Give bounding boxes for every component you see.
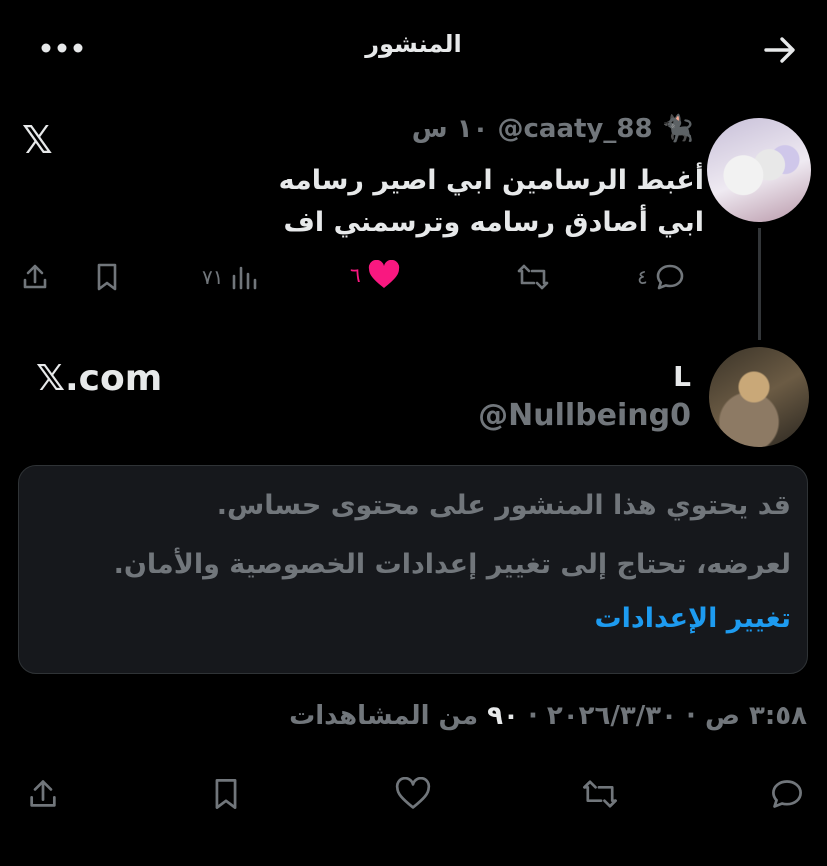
cat-emoji-icon: 🐈‍⬛: [661, 114, 694, 144]
post-datetime: ٣:٥٨ ص · ٢٠٢٦/٣/٣٠: [546, 701, 807, 731]
reply-icon: [772, 780, 802, 808]
retweet-icon: [583, 780, 617, 808]
bookmark-button[interactable]: [93, 262, 121, 292]
views-count: ٧١: [202, 265, 224, 289]
avatar[interactable]: [707, 118, 811, 222]
bookmark-icon: [215, 779, 237, 809]
share-button[interactable]: [26, 777, 60, 811]
tweet-handle[interactable]: @caaty_88: [498, 114, 653, 144]
share-icon: [30, 780, 56, 807]
x-logo-icon: 𝕏: [22, 118, 53, 162]
post-views-count: ٩٠: [487, 701, 519, 731]
thread-connector-line: [758, 228, 761, 340]
views-icon: [233, 266, 257, 290]
tweet-header: ١٠ س @caaty_88 🐈‍⬛: [412, 114, 694, 144]
sensitive-warning-text: قد يحتوي هذا المنشور على محتوى حساس.: [216, 490, 791, 521]
post-views-label: من المشاهدات: [289, 701, 479, 731]
retweet-icon: [517, 264, 549, 290]
like-button[interactable]: [394, 777, 432, 811]
change-settings-link[interactable]: تغيير الإعدادات: [594, 603, 791, 634]
heart-icon: [395, 777, 431, 809]
share-button[interactable]: [20, 262, 50, 292]
reply-button[interactable]: ٤: [637, 262, 686, 292]
likes-count: ٦: [350, 263, 361, 287]
back-arrow-icon[interactable]: [762, 34, 798, 66]
quoted-avatar[interactable]: [709, 347, 809, 447]
sensitive-instruction-text: لعرضه، تحتاج إلى تغيير إعدادات الخصوصية …: [113, 549, 791, 580]
tweet-time: ١٠ س: [411, 114, 489, 144]
reply-button[interactable]: [768, 777, 806, 811]
tweet-text: أغبط الرسامين ابي اصير رسامه ابي أصادق ر…: [144, 160, 704, 244]
tweet-text-line: ابي أصادق رسامه وترسمني اف: [283, 207, 704, 238]
post-timestamp: ٣:٥٨ ص · ٢٠٢٦/٣/٣٠ · ٩٠ من المشاهدات: [289, 701, 807, 731]
reply-icon: [656, 264, 684, 290]
tweet-text-line: أغبط الرسامين ابي اصير رسامه: [278, 165, 704, 196]
bookmark-icon: [97, 263, 117, 291]
like-button[interactable]: ٦: [350, 260, 401, 290]
retweet-button[interactable]: [580, 777, 620, 811]
share-icon: [23, 264, 47, 289]
views-button[interactable]: ٧١: [202, 262, 259, 292]
retweet-button[interactable]: [515, 262, 551, 292]
page-title: المنشور: [365, 30, 462, 58]
bookmark-button[interactable]: [210, 777, 242, 811]
source-domain[interactable]: 𝕏.com: [36, 358, 162, 399]
quoted-handle[interactable]: @Nullbeing0: [478, 398, 691, 433]
quoted-name[interactable]: L: [673, 360, 691, 393]
separator-dot: ·: [527, 701, 538, 731]
heart-icon: [368, 260, 399, 288]
replies-count: ٤: [637, 265, 648, 289]
